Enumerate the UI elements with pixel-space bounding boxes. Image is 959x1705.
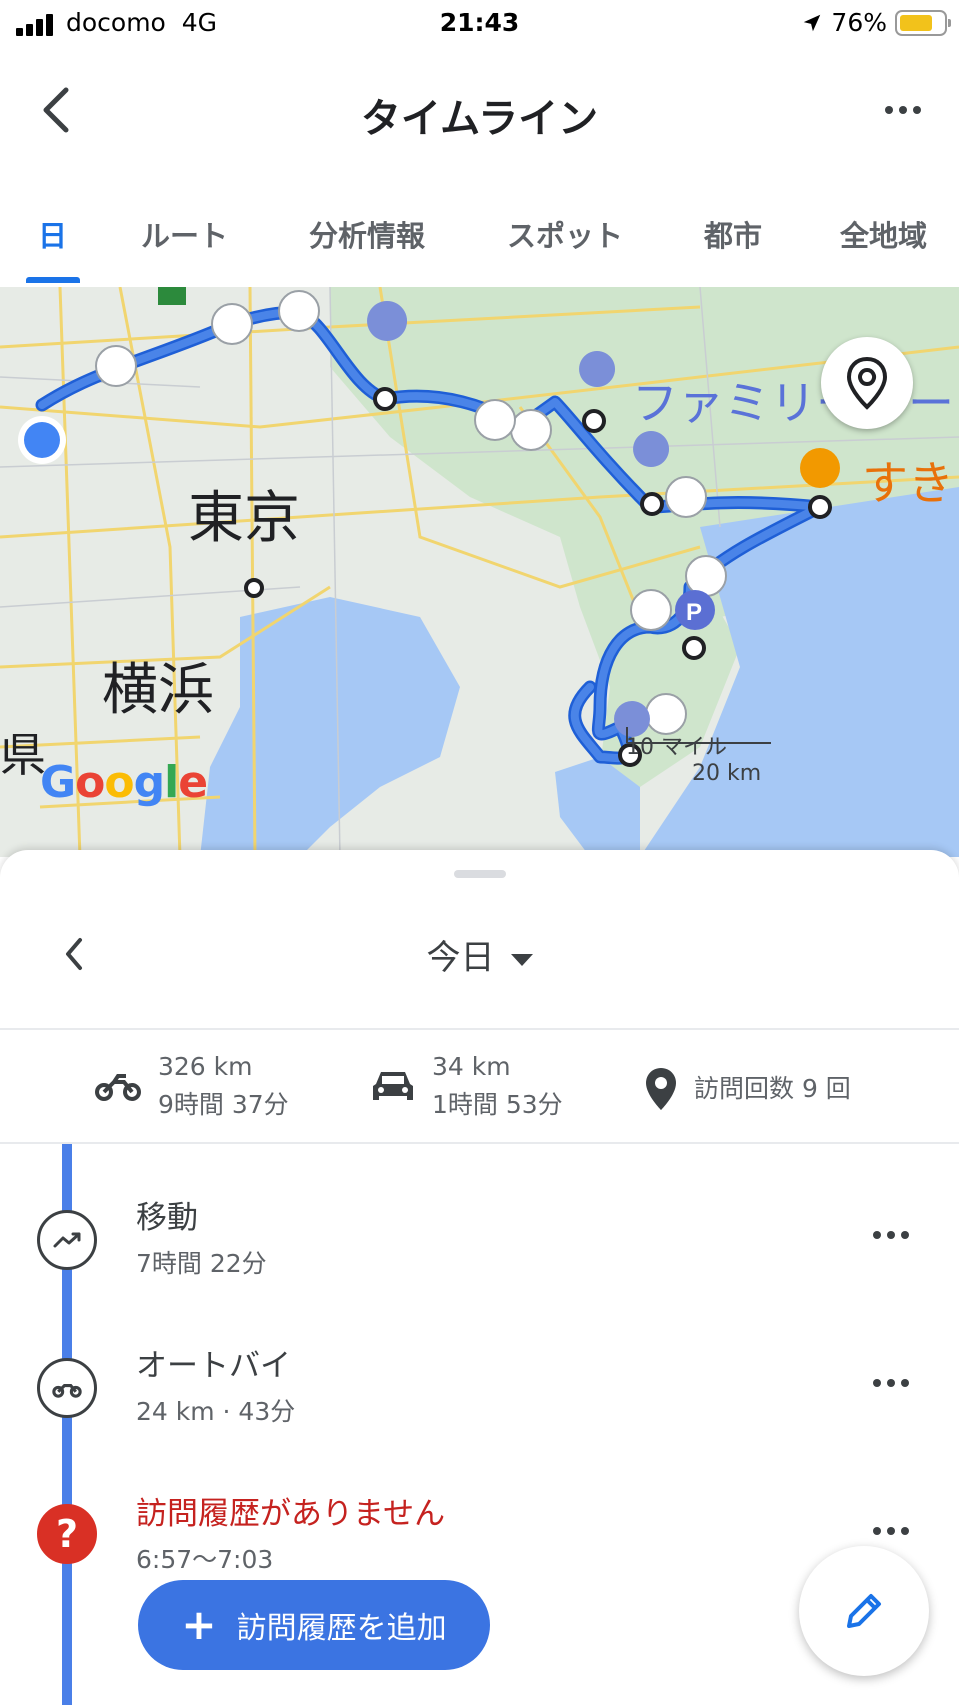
timeline-subtitle: 7時間 22分 (136, 1249, 267, 1278)
map-poi-sukiya[interactable]: すき (862, 447, 954, 513)
svg-text:P: P (686, 599, 702, 626)
tab-route[interactable]: ルート (141, 213, 228, 255)
scale-km: 20 km (692, 761, 762, 786)
date-dropdown[interactable]: 今日 (0, 930, 959, 979)
timeline-title: 訪問履歴がありません (136, 1496, 446, 1532)
motorcycle-icon (37, 1358, 97, 1418)
scale-miles: 10 マイル (626, 735, 727, 760)
more-horiz-icon (875, 90, 931, 130)
place-icon (646, 1068, 676, 1110)
timeline-title: オートバイ (136, 1348, 291, 1384)
more-horiz-icon (863, 1516, 919, 1546)
visit-count: 訪問回数 9 回 (694, 1074, 851, 1103)
edit-pencil-icon (847, 1594, 881, 1628)
timeline-item[interactable]: オートバイ 24 km · 43分 (0, 1318, 959, 1448)
map-label-tokyo: 東京 (188, 486, 300, 551)
status-right: 76% (801, 8, 951, 37)
plus-icon: + (181, 1600, 217, 1649)
date-selector: 今日 (0, 910, 959, 1000)
question-icon: ? (37, 1504, 97, 1564)
add-visit-button[interactable]: + 訪問履歴を追加 (138, 1580, 490, 1670)
timeline-more-button[interactable] (863, 1220, 919, 1250)
car-duration: 1時間 53分 (432, 1090, 563, 1119)
car-icon (373, 1072, 413, 1100)
motorcycle-duration: 9時間 37分 (158, 1090, 289, 1119)
sheet-grabber[interactable] (454, 870, 506, 878)
place-icon (846, 356, 888, 410)
map-view[interactable]: P 東京 横浜 県 ファミリーマー すき 10 マイル 20 km Google (0, 287, 959, 857)
tab-all-regions[interactable]: 全地域 (840, 213, 927, 255)
tab-bar: 日 ルート 分析情報 スポット 都市 全地域 (0, 195, 959, 287)
battery-icon (895, 9, 951, 36)
edit-button[interactable] (799, 1546, 929, 1676)
page-title: タイムライン (360, 96, 599, 142)
timeline-more-button[interactable] (863, 1516, 919, 1546)
tab-day[interactable]: 日 (38, 213, 67, 255)
summary-motorcycle: 326 km 9時間 37分 (94, 1048, 289, 1124)
timeline-title: 移動 (136, 1200, 198, 1236)
timeline-subtitle: 6:57〜7:03 (136, 1545, 274, 1574)
car-distance: 34 km (432, 1052, 511, 1081)
trending-icon (37, 1210, 97, 1270)
more-horiz-icon (863, 1368, 919, 1398)
app-bar: タイムライン (0, 60, 959, 160)
location-pin-button[interactable] (821, 337, 913, 429)
summary-car: 34 km 1時間 53分 (370, 1048, 563, 1124)
date-label: 今日 (426, 938, 495, 978)
tab-indicator (26, 277, 80, 283)
bottom-sheet: 今日 326 km 9時間 37分 34 km 1時間 53分 訪問回数 9 回 (0, 850, 959, 1705)
timeline-subtitle: 24 km · 43分 (136, 1397, 296, 1426)
timeline-more-button[interactable] (863, 1368, 919, 1398)
dropdown-caret-icon (510, 953, 533, 966)
tab-spots[interactable]: スポット (507, 213, 623, 255)
tab-cities[interactable]: 都市 (704, 213, 762, 255)
tab-insights[interactable]: 分析情報 (309, 213, 425, 255)
day-summary: 326 km 9時間 37分 34 km 1時間 53分 訪問回数 9 回 (0, 1028, 959, 1144)
motorcycle-icon (95, 1074, 141, 1101)
map-scale: 10 マイル 20 km (626, 729, 761, 786)
location-arrow-icon (804, 14, 821, 31)
status-bar: docomo 4G 21:43 76% (0, 0, 959, 50)
map-label-yokohama: 横浜 (102, 658, 214, 723)
add-visit-label: 訪問履歴を追加 (236, 1611, 447, 1646)
more-options-button[interactable] (875, 90, 931, 130)
summary-visits: 訪問回数 9 回 (644, 1066, 851, 1112)
battery-percent: 76% (831, 8, 887, 37)
timeline-item[interactable]: 移動 7時間 22分 (0, 1170, 959, 1300)
more-horiz-icon (863, 1220, 919, 1250)
motorcycle-distance: 326 km (158, 1052, 253, 1081)
google-logo: Google (40, 757, 208, 808)
